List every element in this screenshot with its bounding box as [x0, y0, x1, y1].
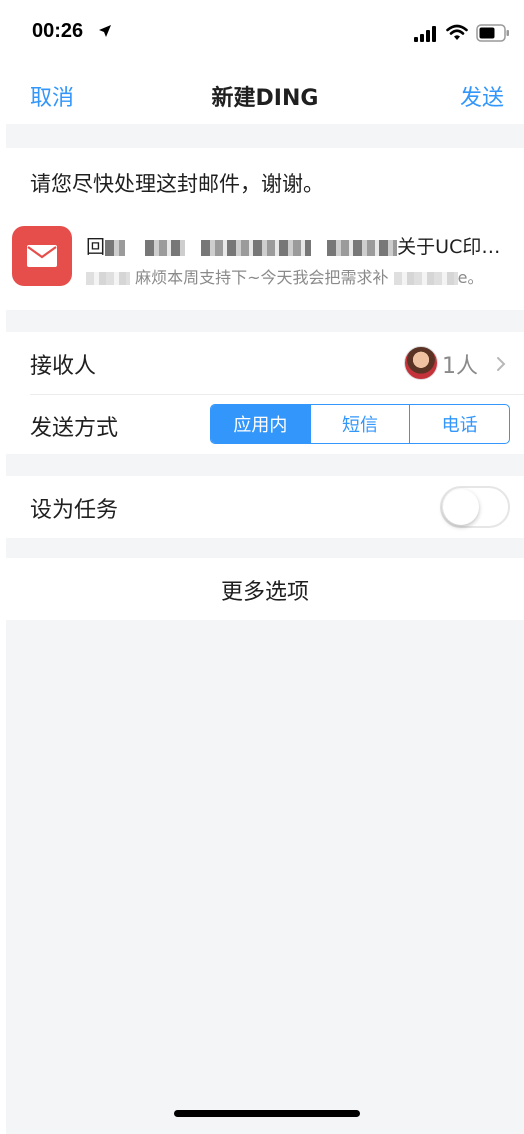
- mail-icon: [12, 226, 72, 286]
- recipient-avatar: [404, 346, 438, 380]
- mail-preview: 麻烦本周支持下~今天我会把需求补 e。: [86, 264, 516, 288]
- more-options-row[interactable]: 更多选项: [6, 558, 524, 620]
- recipient-count: 1人: [442, 354, 478, 379]
- task-toggle[interactable]: [440, 486, 510, 528]
- ding-message-text[interactable]: 请您尽快处理这封邮件，谢谢。: [30, 168, 324, 198]
- battery-icon: [476, 24, 509, 42]
- send-method-row: 发送方式 应用内 短信 电话: [6, 394, 524, 454]
- page-title: 新建DING: [211, 86, 319, 111]
- message-card: 请您尽快处理这封邮件，谢谢。 回 关于UC印… 麻烦本周支持下~今天我会把需求补…: [6, 148, 524, 310]
- send-method-label: 发送方式: [30, 416, 119, 441]
- ding-settings: 接收人 1人 发送方式 应用内 短信 电话: [6, 332, 524, 454]
- toggle-knob: [443, 489, 479, 525]
- redacted-text: [393, 272, 458, 285]
- send-method-sms[interactable]: 短信: [309, 405, 410, 443]
- recipient-row[interactable]: 接收人 1人: [6, 332, 524, 394]
- set-as-task-row: 设为任务: [6, 476, 524, 538]
- status-bar: 00:26: [6, 0, 524, 66]
- send-button[interactable]: 发送: [460, 80, 504, 112]
- redacted-text: [201, 239, 312, 256]
- status-time: 00:26: [32, 20, 84, 42]
- more-options-label: 更多选项: [220, 580, 309, 605]
- redacted-text: [86, 272, 130, 285]
- home-indicator: [174, 1110, 360, 1117]
- send-method-segmented-control: 应用内 短信 电话: [210, 404, 510, 444]
- navigation-bar: 取消 新建DING 发送: [6, 66, 524, 124]
- mail-subject-suffix: 关于UC印…: [397, 236, 501, 258]
- send-method-in-app[interactable]: 应用内: [211, 405, 310, 443]
- task-label: 设为任务: [30, 498, 119, 523]
- location-arrow-icon: [99, 25, 111, 37]
- new-ding-screen: 00:26 取消 新建DING 发送 请您尽快处理这封邮件，谢谢。 回 关于UC…: [6, 0, 524, 1134]
- recipient-label: 接收人: [30, 354, 97, 379]
- redacted-text: [105, 239, 126, 256]
- send-method-phone[interactable]: 电话: [409, 405, 509, 443]
- mail-subject-prefix: 回: [86, 236, 106, 258]
- envelope-icon: [27, 245, 57, 267]
- redacted-text: [145, 239, 186, 256]
- mail-preview-end: e。: [457, 268, 484, 287]
- chevron-right-icon: [497, 357, 506, 371]
- wifi-icon: [446, 24, 468, 40]
- mail-preview-text: 麻烦本周支持下~今天我会把需求补: [135, 268, 389, 287]
- redacted-text: [327, 239, 398, 256]
- cellular-signal-icon: [414, 26, 436, 42]
- mail-subject[interactable]: 回 关于UC印…: [86, 232, 516, 259]
